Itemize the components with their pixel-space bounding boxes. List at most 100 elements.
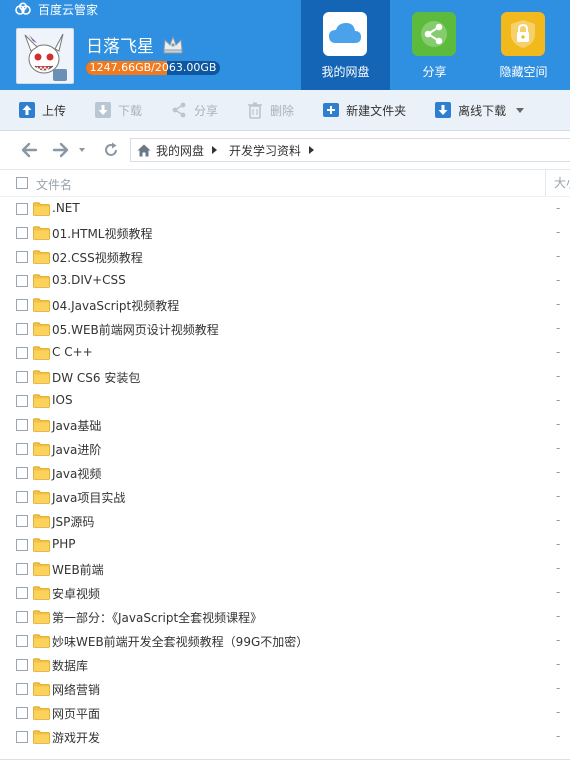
file-row[interactable]: PHP - xyxy=(0,533,570,557)
row-checkbox[interactable] xyxy=(16,323,28,335)
file-row[interactable]: 01.HTML视频教程 - xyxy=(0,221,570,245)
tab-share[interactable]: 分享 xyxy=(390,0,479,90)
row-checkbox[interactable] xyxy=(16,683,28,695)
breadcrumb-root[interactable]: 我的网盘 xyxy=(131,142,210,159)
row-checkbox[interactable] xyxy=(16,491,28,503)
tab-my-netdisk[interactable]: 我的网盘 xyxy=(301,0,390,90)
history-dropdown-icon[interactable] xyxy=(79,148,85,152)
file-name[interactable]: 第一部分：《JavaScript全套视频课程》 xyxy=(52,609,262,626)
folder-icon xyxy=(33,202,50,216)
file-name[interactable]: Java进阶 xyxy=(52,441,101,458)
folder-icon xyxy=(33,418,50,432)
file-row[interactable]: 02.CSS视频教程 - xyxy=(0,245,570,269)
file-row[interactable]: Java视频 - xyxy=(0,461,570,485)
file-name[interactable]: 02.CSS视频教程 xyxy=(52,249,143,266)
file-name[interactable]: Java项目实战 xyxy=(52,489,125,506)
file-row[interactable]: Java项目实战 - xyxy=(0,485,570,509)
row-checkbox[interactable] xyxy=(16,515,28,527)
row-checkbox[interactable] xyxy=(16,563,28,575)
row-checkbox[interactable] xyxy=(16,419,28,431)
file-name[interactable]: 妙味WEB前端开发全套视频教程（99G不加密） xyxy=(52,633,308,650)
breadcrumb-separator-icon[interactable] xyxy=(212,146,218,154)
row-checkbox[interactable] xyxy=(16,371,28,383)
file-row[interactable]: Java基础 - xyxy=(0,413,570,437)
file-row[interactable]: 网络营销 - xyxy=(0,677,570,701)
file-row[interactable]: 数据库 - xyxy=(0,653,570,677)
row-checkbox[interactable] xyxy=(16,275,28,287)
file-size: - xyxy=(556,297,561,311)
tab-hidden-space[interactable]: 隐藏空间 xyxy=(479,0,568,90)
upload-button[interactable]: 上传 xyxy=(0,90,76,130)
file-row[interactable]: 游戏开发 - xyxy=(0,725,570,749)
row-checkbox[interactable] xyxy=(16,227,28,239)
username: 日落飞星 xyxy=(86,37,154,57)
share-button[interactable]: 分享 xyxy=(152,90,228,130)
file-row[interactable]: 妙味WEB前端开发全套视频教程（99G不加密） - xyxy=(0,629,570,653)
file-row[interactable]: IOS - xyxy=(0,389,570,413)
refresh-icon[interactable] xyxy=(102,141,120,159)
breadcrumb-current-label: 开发学习资料 xyxy=(229,143,302,158)
file-name[interactable]: 01.HTML视频教程 xyxy=(52,225,152,242)
file-name[interactable]: .NET xyxy=(52,201,80,215)
file-name[interactable]: JSP源码 xyxy=(52,513,94,530)
file-row[interactable]: DW CS6 安装包 - xyxy=(0,365,570,389)
file-row[interactable]: Java进阶 - xyxy=(0,437,570,461)
download-button[interactable]: 下载 xyxy=(76,90,152,130)
back-arrow-icon[interactable] xyxy=(20,141,38,159)
offline-download-button[interactable]: 离线下载 xyxy=(416,90,534,130)
file-name[interactable]: DW CS6 安装包 xyxy=(52,369,140,386)
row-checkbox[interactable] xyxy=(16,587,28,599)
row-checkbox[interactable] xyxy=(16,251,28,263)
chevron-down-icon[interactable] xyxy=(516,107,525,113)
file-name[interactable]: Java基础 xyxy=(52,417,101,434)
row-checkbox[interactable] xyxy=(16,539,28,551)
row-checkbox[interactable] xyxy=(16,635,28,647)
forward-arrow-icon[interactable] xyxy=(52,141,70,159)
app-title: 百度云管家 xyxy=(38,2,99,17)
file-row[interactable]: .NET - xyxy=(0,197,570,221)
file-name[interactable]: 网页平面 xyxy=(52,705,100,722)
file-name[interactable]: WEB前端 xyxy=(52,561,104,578)
row-checkbox[interactable] xyxy=(16,347,28,359)
file-row[interactable]: JSP源码 - xyxy=(0,509,570,533)
row-checkbox[interactable] xyxy=(16,611,28,623)
file-name[interactable]: 网络营销 xyxy=(52,681,100,698)
file-row[interactable]: 04.JavaScript视频教程 - xyxy=(0,293,570,317)
row-checkbox[interactable] xyxy=(16,443,28,455)
file-name[interactable]: C C++ xyxy=(52,345,93,359)
file-name[interactable]: 03.DIV+CSS xyxy=(52,273,126,287)
row-checkbox[interactable] xyxy=(16,707,28,719)
row-checkbox[interactable] xyxy=(16,203,28,215)
file-row[interactable]: 网页平面 - xyxy=(0,701,570,725)
file-name[interactable]: Java视频 xyxy=(52,465,101,482)
delete-button[interactable]: 删除 xyxy=(228,90,304,130)
row-checkbox[interactable] xyxy=(16,731,28,743)
file-name[interactable]: 04.JavaScript视频教程 xyxy=(52,297,179,314)
new-folder-button[interactable]: 新建文件夹 xyxy=(304,90,416,130)
row-checkbox[interactable] xyxy=(16,395,28,407)
breadcrumb-separator-icon[interactable] xyxy=(309,146,315,154)
user-profile[interactable]: 日落飞星 xyxy=(86,32,184,57)
file-row[interactable]: 第一部分：《JavaScript全套视频课程》 - xyxy=(0,605,570,629)
row-checkbox[interactable] xyxy=(16,467,28,479)
file-row[interactable]: 03.DIV+CSS - xyxy=(0,269,570,293)
select-all-checkbox[interactable] xyxy=(16,177,28,189)
file-name[interactable]: PHP xyxy=(52,537,76,551)
file-name[interactable]: IOS xyxy=(52,393,73,407)
file-row[interactable]: 05.WEB前端网页设计视频教程 - xyxy=(0,317,570,341)
file-row[interactable]: WEB前端 - xyxy=(0,557,570,581)
avatar[interactable] xyxy=(16,28,74,84)
column-header-size[interactable]: 大小 xyxy=(545,170,570,196)
row-checkbox[interactable] xyxy=(16,299,28,311)
breadcrumb-current[interactable]: 开发学习资料 xyxy=(223,142,307,159)
file-name[interactable]: 05.WEB前端网页设计视频教程 xyxy=(52,321,219,338)
file-row[interactable]: C C++ - xyxy=(0,341,570,365)
file-name[interactable]: 数据库 xyxy=(52,657,88,674)
file-name[interactable]: 安卓视频 xyxy=(52,585,100,602)
folder-icon xyxy=(33,466,50,480)
file-name[interactable]: 游戏开发 xyxy=(52,729,100,746)
file-row[interactable]: 安卓视频 - xyxy=(0,581,570,605)
file-size: - xyxy=(556,225,561,239)
column-header-name[interactable]: 文件名 xyxy=(36,176,72,193)
row-checkbox[interactable] xyxy=(16,659,28,671)
